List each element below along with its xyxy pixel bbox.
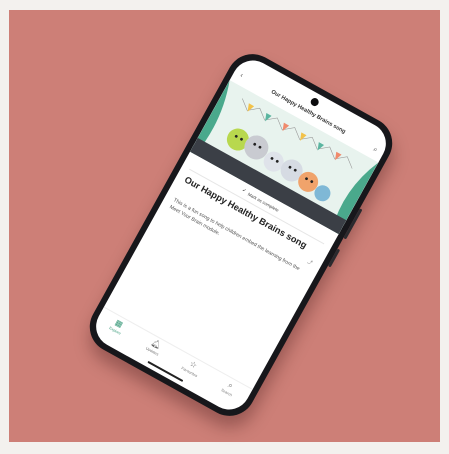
nav-updates[interactable]: 🔔︎ Updates bbox=[135, 332, 173, 362]
nav-explore[interactable]: ▦ Explore bbox=[98, 312, 136, 342]
chevron-left-icon[interactable]: ‹ bbox=[239, 72, 244, 79]
share-icon[interactable]: ⤴ bbox=[306, 258, 314, 266]
nav-search[interactable]: ⌕ Search bbox=[210, 374, 248, 404]
star-icon: ☆ bbox=[188, 359, 199, 371]
explore-icon: ▦ bbox=[113, 317, 125, 330]
search-icon: ⌕ bbox=[226, 380, 235, 391]
search-icon[interactable]: ⌕ bbox=[372, 145, 379, 153]
check-icon: ✓ bbox=[240, 187, 248, 195]
